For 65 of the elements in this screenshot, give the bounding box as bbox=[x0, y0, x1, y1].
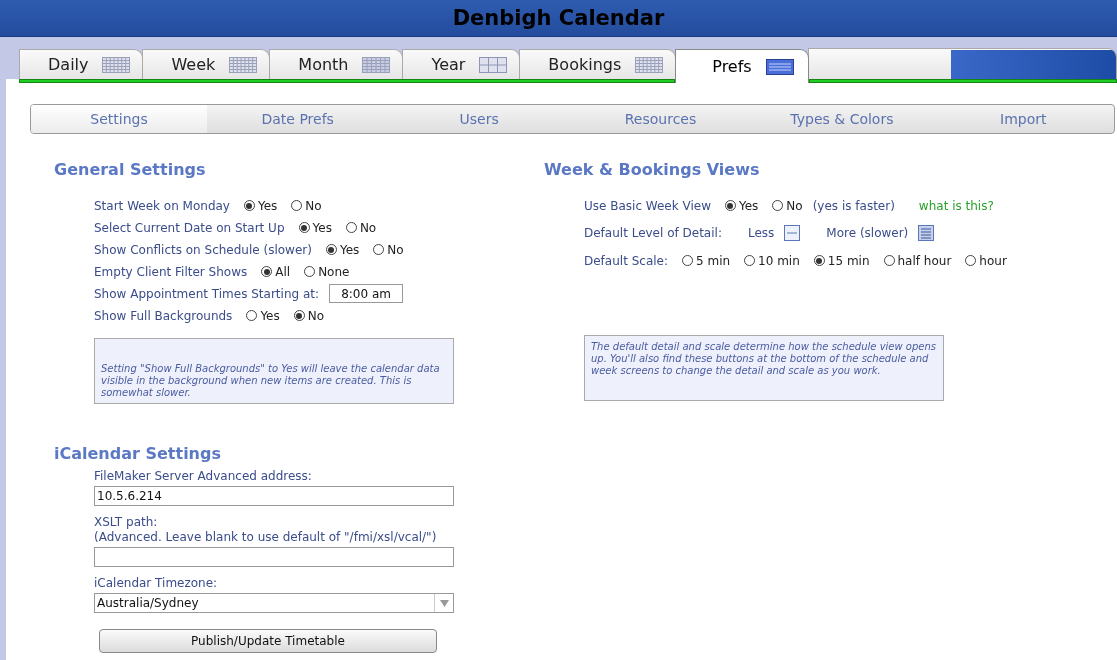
radio-option[interactable]: No bbox=[291, 198, 322, 213]
radio-option[interactable]: 5 min bbox=[682, 253, 731, 268]
sub-tab[interactable]: Resources bbox=[569, 105, 752, 133]
field-label: FileMaker Server Advanced address: bbox=[94, 469, 313, 484]
setting-label: Select Current Date on Start Up bbox=[94, 220, 285, 235]
field-hint: (Advanced. Leave blank to use default of "/fmi/xsl/vcal/") bbox=[94, 530, 438, 545]
radio-option[interactable]: Yes bbox=[325, 242, 360, 257]
radio-option[interactable]: half hour bbox=[883, 253, 952, 268]
grid-icon bbox=[102, 56, 131, 73]
radio-option[interactable]: 10 min bbox=[744, 253, 800, 268]
detail-label: Less bbox=[747, 226, 775, 240]
table-icon bbox=[479, 56, 508, 73]
radio-option[interactable]: No bbox=[373, 242, 404, 257]
field-label: XSLT path: bbox=[94, 515, 159, 530]
section-heading: Week & Bookings Views bbox=[544, 160, 761, 179]
tab[interactable]: Prefs bbox=[675, 49, 809, 83]
setting-label: Default Scale: bbox=[584, 253, 668, 268]
setting-label: Empty Client Filter Shows bbox=[94, 264, 248, 279]
lines-icon[interactable] bbox=[918, 225, 935, 241]
setting-label: Show Conflicts on Schedule (slower) bbox=[94, 242, 312, 257]
tab[interactable]: Month bbox=[269, 49, 404, 79]
setting-label: Default Level of Detail: bbox=[584, 226, 722, 240]
grid-icon bbox=[635, 56, 664, 73]
sub-tab[interactable]: Date Prefs bbox=[207, 105, 389, 133]
info-note: Setting "Show Full Backgrounds" to Yes will leave the calendar data visible in the background when new items are created. This is somewhat slower. bbox=[94, 338, 454, 404]
setting-label: Start Week on Monday bbox=[94, 198, 230, 213]
list-icon bbox=[765, 58, 794, 75]
grid-icon bbox=[229, 56, 258, 73]
radio-option[interactable]: No bbox=[772, 198, 803, 213]
publish-button[interactable]: Publish/Update Timetable bbox=[99, 629, 437, 653]
sub-tab[interactable]: Import bbox=[932, 105, 1114, 133]
radio-option[interactable]: Yes bbox=[298, 220, 332, 235]
info-note: The default detail and scale determine how the schedule view opens up. You'll also find these buttons at the bottom of the schedule and week screens to change the detail and scale as you work. bbox=[584, 335, 944, 401]
detail-label: More (slower) bbox=[826, 226, 909, 240]
text-field[interactable] bbox=[94, 547, 454, 567]
setting-label: Show Full Backgrounds bbox=[94, 308, 233, 323]
field-label: iCalendar Timezone: bbox=[94, 576, 219, 591]
tab[interactable]: Bookings bbox=[519, 49, 677, 79]
radio-option[interactable]: All bbox=[261, 264, 291, 279]
text-field[interactable]: 10.5.6.214 bbox=[94, 486, 454, 506]
radio-option[interactable]: 15 min bbox=[813, 253, 870, 268]
radio-option[interactable]: None bbox=[304, 264, 350, 279]
caret-icon bbox=[439, 599, 449, 607]
radio-option[interactable]: No bbox=[293, 308, 325, 323]
dropdown-field[interactable]: Australia/Sydney bbox=[94, 593, 454, 613]
help-link[interactable]: what is this? bbox=[918, 198, 994, 213]
window-title: Denbigh Calendar bbox=[452, 6, 665, 30]
radio-option[interactable]: hour bbox=[965, 253, 1007, 268]
tab[interactable]: Year bbox=[402, 49, 521, 79]
sub-tab[interactable]: Types & Colors bbox=[751, 105, 933, 133]
tab[interactable]: Daily bbox=[19, 49, 144, 79]
time-field[interactable]: 8:00 am bbox=[329, 284, 404, 303]
radio-option[interactable]: Yes bbox=[243, 198, 278, 213]
section-heading: General Settings bbox=[54, 160, 207, 179]
setting-label: Show Appointment Times Starting at: bbox=[94, 286, 320, 301]
setting-label: Use Basic Week View bbox=[584, 198, 711, 213]
section-heading: iCalendar Settings bbox=[54, 444, 222, 463]
radio-option[interactable]: No bbox=[345, 220, 377, 235]
tab[interactable]: Week bbox=[142, 49, 271, 79]
radio-option[interactable]: Yes bbox=[246, 308, 280, 323]
grid-icon bbox=[362, 56, 391, 73]
sub-tab[interactable]: Settings bbox=[31, 105, 207, 133]
hint-text: (yes is faster) bbox=[812, 198, 895, 213]
radio-option[interactable]: Yes bbox=[725, 198, 759, 213]
sub-tab[interactable]: Users bbox=[388, 105, 570, 133]
